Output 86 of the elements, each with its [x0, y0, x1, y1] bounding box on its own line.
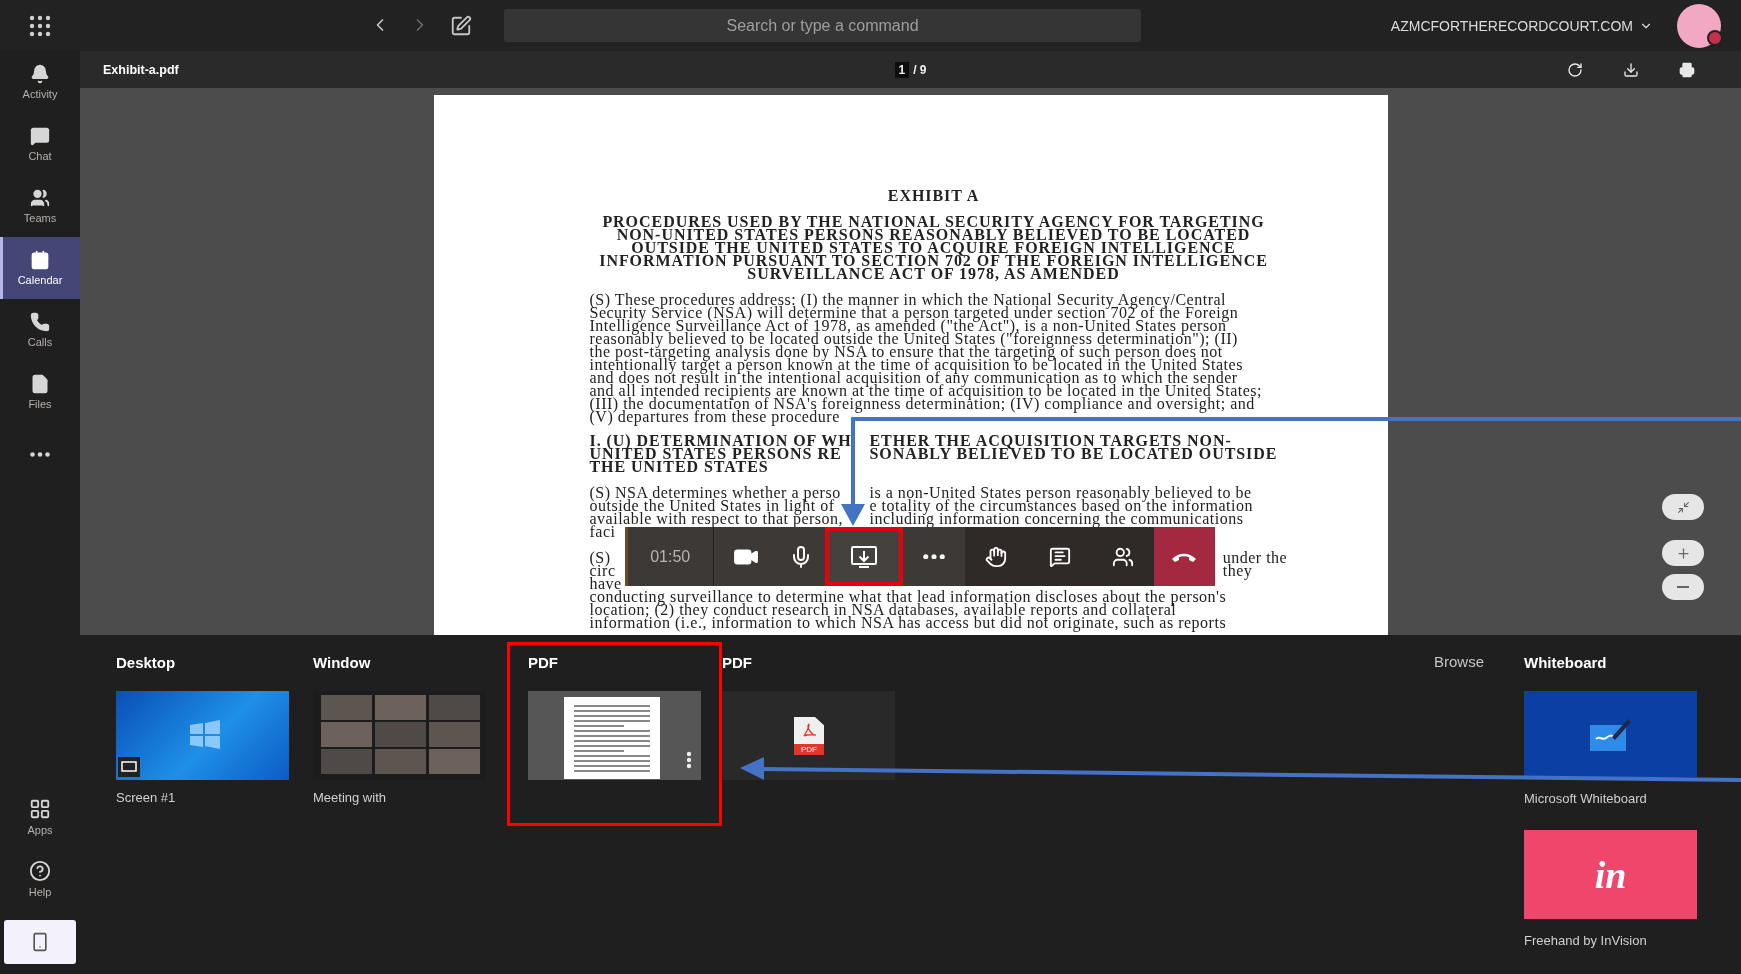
rotate-icon: [1567, 61, 1583, 78]
camera-button[interactable]: [713, 527, 778, 586]
more-icon: [922, 553, 945, 560]
document-title: EXHIBIT A: [886, 189, 981, 202]
screen-share-icon: [118, 757, 140, 777]
download-button[interactable]: [1623, 61, 1639, 78]
chat-icon: [1048, 545, 1071, 568]
zoom-in-button[interactable]: [1662, 540, 1704, 566]
plus-icon: [1675, 545, 1691, 561]
browse-link[interactable]: Browse: [1433, 653, 1484, 670]
call-timer: 01:50: [627, 527, 714, 586]
account-menu[interactable]: AZMCFORTHERECORDCOURT.COM: [1390, 17, 1653, 34]
print-button[interactable]: [1679, 61, 1695, 78]
heading-line: OUTSIDE THE UNITED STATES TO ACQUIRE FOREIGN INTELLIGENCE: [631, 241, 1236, 254]
heading-line: SURVEILLANCE ACT OF 1978, AS AMENDED: [747, 267, 1120, 280]
presence-dot: [1707, 29, 1723, 46]
window-logo-icon: [188, 719, 222, 749]
heading-line: SONABLY BELIEVED TO BE LOCATED OUTSIDE: [869, 447, 1278, 460]
nav-item[interactable]: Chat: [0, 113, 80, 175]
search-field[interactable]: Search or type a command: [504, 9, 1141, 42]
acrobat-swirl-icon: [801, 723, 817, 739]
app-launcher-icon[interactable]: [29, 14, 51, 37]
desktop-thumbnail[interactable]: [116, 691, 289, 780]
apps-icon: [29, 798, 51, 820]
heading-line: INFORMATION PURSUANT TO SECTION 702 OF THE FOREIGN INTELLIGENCE: [598, 254, 1269, 267]
people-icon: [1111, 545, 1134, 568]
file-type-label: PDF: [794, 744, 824, 755]
nav-item[interactable]: Files: [0, 361, 80, 423]
nav-item[interactable]: Activity: [0, 51, 80, 113]
hand-icon: [985, 545, 1008, 568]
fit-page-button[interactable]: [1662, 494, 1704, 520]
section-title: PDF: [528, 653, 559, 673]
share-tray-icon: [849, 544, 878, 569]
printer-icon: [1679, 61, 1695, 78]
nav-item[interactable]: Calendar: [0, 237, 80, 299]
tile-label: Microsoft Whiteboard: [1524, 791, 1647, 806]
section-title: PDF: [722, 653, 753, 673]
chat-icon: [30, 126, 50, 146]
nav-item[interactable]: Teams: [0, 175, 80, 237]
section-title: Whiteboard: [1524, 653, 1608, 673]
microphone-button[interactable]: [777, 527, 825, 586]
phone-device-icon: [30, 932, 50, 952]
section-title: Desktop: [116, 653, 177, 673]
avatar[interactable]: [1677, 3, 1721, 48]
heading-line: UNITED STATES PERSONS RE: [589, 447, 842, 460]
file-tile[interactable]: PDF: [722, 691, 895, 780]
page-count: / 9: [913, 62, 927, 77]
nav-item[interactable]: Calls: [0, 299, 80, 361]
whiteboard-tile[interactable]: [1524, 691, 1697, 777]
whiteboard-pen-icon: [1589, 717, 1632, 751]
more-icon: [30, 451, 50, 457]
zoom-out-button[interactable]: [1662, 574, 1704, 600]
tile-label: Screen #1: [116, 790, 176, 805]
minus-icon: [1677, 586, 1689, 588]
download-icon: [1623, 61, 1639, 78]
calendar-icon: [30, 250, 50, 270]
heading-line: PROCEDURES USED BY THE NATIONAL SECURITY AGENCY FOR TARGETING: [601, 215, 1266, 228]
compose-icon: [450, 14, 472, 37]
help-icon: [29, 860, 51, 882]
text-line: under the: [1222, 551, 1288, 564]
heading-line: THE UNITED STATES: [589, 460, 769, 473]
text-line: have: [589, 577, 622, 590]
share-button[interactable]: [824, 527, 903, 586]
shrink-arrows-icon: [1676, 500, 1690, 514]
hang-up-button[interactable]: [1153, 527, 1215, 586]
page-number[interactable]: 1: [894, 61, 910, 78]
rotate-button[interactable]: [1567, 61, 1583, 78]
heading-line: I. (U) DETERMINATION OF WH: [589, 434, 852, 447]
file-name: Exhibit-a.pdf: [103, 62, 179, 77]
people-icon: [30, 188, 50, 208]
device-button[interactable]: [4, 920, 76, 964]
pdf-viewer-thumbnail[interactable]: [528, 691, 701, 780]
freehand-tile[interactable]: in: [1524, 830, 1697, 919]
bell-icon: [30, 64, 50, 84]
file-icon: [30, 374, 50, 394]
nav-item[interactable]: Apps: [0, 786, 80, 848]
tile-label: Meeting with: [313, 790, 386, 805]
section-title: Window: [313, 653, 372, 673]
tile-label: Freehand by InVision: [1524, 933, 1647, 948]
more-options-icon: [686, 751, 692, 769]
nav-item[interactable]: Help: [0, 848, 80, 910]
text-line: faci: [589, 525, 616, 538]
text-line: circ: [589, 564, 616, 577]
heading-line: ETHER THE ACQUISITION TARGETS NON-: [869, 434, 1232, 447]
phone-icon: [30, 312, 50, 332]
heading-line: NON-UNITED STATES PERSONS REASONABLY BELIEVED TO BE LOCATED: [616, 228, 1251, 241]
